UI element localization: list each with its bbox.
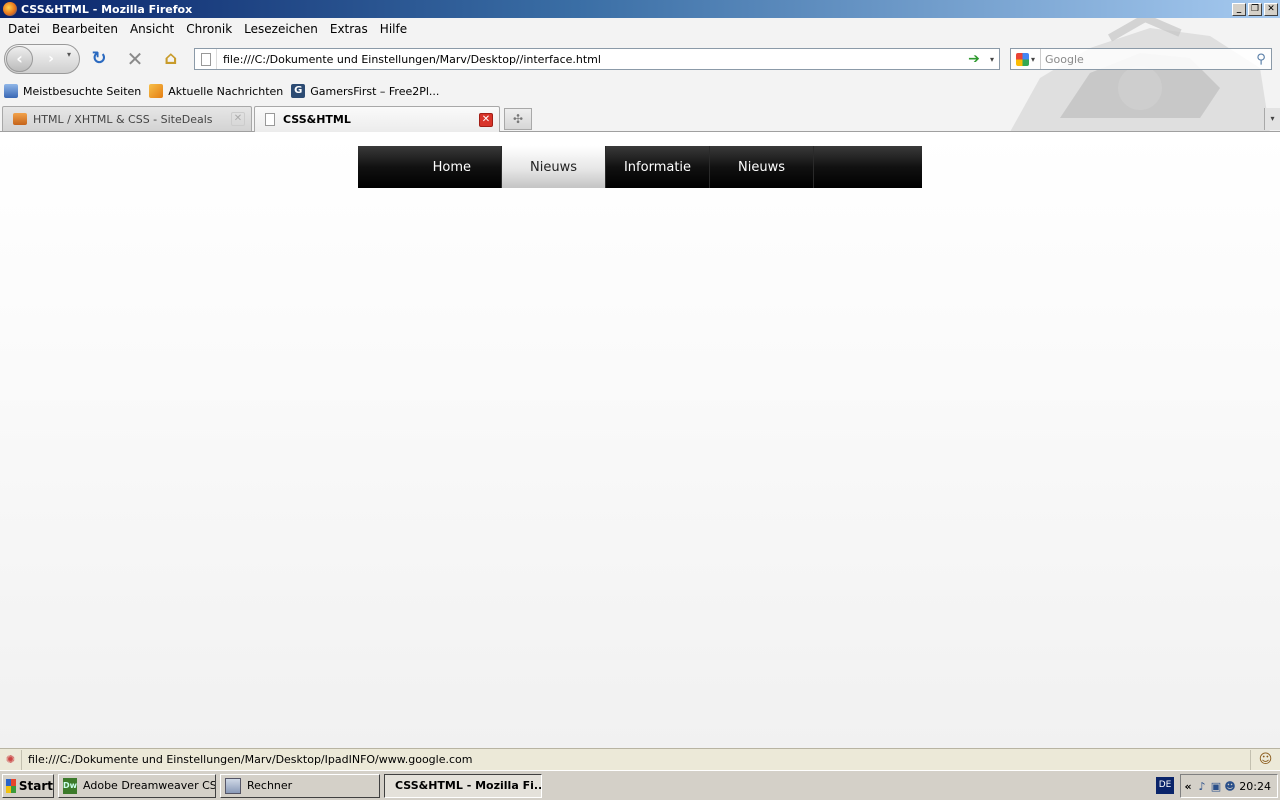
search-input[interactable] bbox=[1041, 52, 1251, 66]
search-engine-icon[interactable]: ▾ bbox=[1011, 49, 1041, 69]
language-indicator[interactable]: DE bbox=[1156, 777, 1174, 794]
navigation-toolbar: ‹ › ▾ ↻ ✕ ⌂ ➔ ▾ ▾ ⚲ bbox=[0, 42, 1280, 76]
site-navigation: Home Nieuws Informatie Nieuws bbox=[358, 146, 922, 188]
windows-logo-icon bbox=[6, 778, 16, 793]
task-label: Rechner bbox=[247, 779, 293, 792]
network-icon[interactable]: ▣ bbox=[1209, 780, 1223, 793]
menu-extras[interactable]: Extras bbox=[324, 22, 374, 36]
gamersfirst-icon: G bbox=[291, 84, 306, 98]
url-bar: ➔ ▾ bbox=[194, 48, 1000, 70]
restore-button[interactable]: ❐ bbox=[1248, 2, 1262, 16]
menu-chronik[interactable]: Chronik bbox=[180, 22, 238, 36]
page-identity-icon[interactable] bbox=[195, 49, 217, 69]
search-bar: ▾ ⚲ bbox=[1010, 48, 1272, 70]
taskbar-firefox[interactable]: CSS&HTML - Mozilla Fi... bbox=[384, 773, 542, 798]
browser-chrome: Datei Bearbeiten Ansicht Chronik Lesezei… bbox=[0, 18, 1280, 132]
sitedeals-favicon bbox=[13, 113, 27, 125]
site-nav-home[interactable]: Home bbox=[358, 146, 502, 188]
calculator-icon bbox=[225, 777, 241, 794]
tab-close-icon[interactable]: ✕ bbox=[479, 112, 493, 127]
site-nav-nieuws-active[interactable]: Nieuws bbox=[502, 146, 606, 188]
home-icon[interactable]: ⌂ bbox=[160, 48, 182, 70]
start-label: Start bbox=[18, 778, 53, 793]
tab-sitedeals[interactable]: HTML / XHTML & CSS - SiteDeals ✕ bbox=[2, 106, 252, 131]
bookmark-label: Aktuelle Nachrichten bbox=[168, 84, 284, 98]
bookmark-label: Meistbesuchte Seiten bbox=[23, 84, 142, 98]
speaker-icon[interactable]: ♪ bbox=[1195, 780, 1209, 793]
window-titlebar: CSS&HTML - Mozilla Firefox _ ❐ ✕ bbox=[0, 0, 1280, 18]
smiley-addon-icon[interactable]: ☺ bbox=[1250, 749, 1280, 770]
tab-css-html[interactable]: CSS&HTML ✕ bbox=[254, 106, 500, 132]
search-magnifier-icon[interactable]: ⚲ bbox=[1251, 52, 1271, 67]
status-bar: ✺ file:///C:/Dokumente und Einstellungen… bbox=[0, 748, 1280, 770]
status-text: file:///C:/Dokumente und Einstellungen/M… bbox=[28, 753, 473, 766]
tab-close-icon[interactable]: ✕ bbox=[231, 112, 245, 126]
window-title: CSS&HTML - Mozilla Firefox bbox=[21, 2, 193, 16]
url-input[interactable] bbox=[217, 52, 963, 66]
clock: 20:24 bbox=[1239, 779, 1271, 793]
bookmark-gamersfirst[interactable]: G GamersFirst – Free2Pl... bbox=[291, 84, 439, 98]
menu-bearbeiten[interactable]: Bearbeiten bbox=[46, 22, 124, 36]
page-content: Home Nieuws Informatie Nieuws bbox=[0, 132, 1280, 748]
new-tab-button[interactable]: ✣ bbox=[504, 108, 532, 130]
taskbar-dreamweaver[interactable]: Dw Adobe Dreamweaver CS... bbox=[58, 773, 216, 798]
tab-label: HTML / XHTML & CSS - SiteDeals bbox=[33, 112, 213, 126]
page-favicon bbox=[265, 113, 275, 126]
folder-icon bbox=[4, 84, 18, 98]
history-dropdown-icon[interactable]: ▾ bbox=[67, 50, 71, 59]
bookmark-meistbesuchte-seiten[interactable]: Meistbesuchte Seiten bbox=[4, 84, 141, 98]
taskbar-rechner[interactable]: Rechner bbox=[220, 773, 380, 798]
users-icon[interactable]: ☻ bbox=[1223, 780, 1237, 793]
engine-dropdown-icon: ▾ bbox=[1030, 54, 1035, 64]
tab-strip: HTML / XHTML & CSS - SiteDeals ✕ CSS&HTM… bbox=[0, 104, 1280, 132]
back-button[interactable]: ‹ bbox=[6, 46, 33, 72]
start-button[interactable]: Start bbox=[2, 773, 54, 798]
addon-status-icon[interactable]: ✺ bbox=[0, 749, 22, 770]
tab-label: CSS&HTML bbox=[283, 113, 351, 126]
menu-ansicht[interactable]: Ansicht bbox=[124, 22, 180, 36]
firefox-icon bbox=[3, 2, 17, 16]
windows-taskbar: Start Dw Adobe Dreamweaver CS... Rechner… bbox=[0, 770, 1280, 800]
site-nav-nieuws[interactable]: Nieuws bbox=[710, 146, 814, 188]
menubar: Datei Bearbeiten Ansicht Chronik Lesezei… bbox=[0, 18, 413, 40]
bookmarks-toolbar: Meistbesuchte Seiten Aktuelle Nachrichte… bbox=[0, 80, 439, 102]
url-dropdown-icon[interactable]: ▾ bbox=[985, 55, 999, 64]
reload-icon[interactable]: ↻ bbox=[88, 48, 110, 70]
bookmark-aktuelle-nachrichten[interactable]: Aktuelle Nachrichten bbox=[149, 84, 283, 98]
system-tray: « ♪ ▣ ☻ 20:24 bbox=[1180, 774, 1278, 798]
close-window-button[interactable]: ✕ bbox=[1264, 2, 1278, 16]
dreamweaver-icon: Dw bbox=[63, 777, 78, 794]
menu-datei[interactable]: Datei bbox=[2, 22, 46, 36]
menu-lesezeichen[interactable]: Lesezeichen bbox=[238, 22, 324, 36]
window-controls: _ ❐ ✕ bbox=[1232, 2, 1278, 16]
forward-button[interactable]: › bbox=[37, 49, 65, 69]
stop-icon[interactable]: ✕ bbox=[124, 48, 146, 70]
minimize-button[interactable]: _ bbox=[1232, 2, 1246, 16]
tray-expand-icon[interactable]: « bbox=[1181, 780, 1195, 793]
list-all-tabs-button[interactable]: ▾ bbox=[1264, 108, 1280, 130]
menu-hilfe[interactable]: Hilfe bbox=[374, 22, 413, 36]
rss-icon bbox=[149, 84, 164, 98]
task-label: CSS&HTML - Mozilla Fi... bbox=[395, 779, 542, 792]
go-arrow-icon[interactable]: ➔ bbox=[963, 51, 985, 67]
bookmark-label: GamersFirst – Free2Pl... bbox=[310, 84, 440, 98]
back-forward-group: ‹ › ▾ bbox=[4, 44, 80, 74]
task-label: Adobe Dreamweaver CS... bbox=[83, 779, 216, 792]
site-nav-informatie[interactable]: Informatie bbox=[606, 146, 710, 188]
